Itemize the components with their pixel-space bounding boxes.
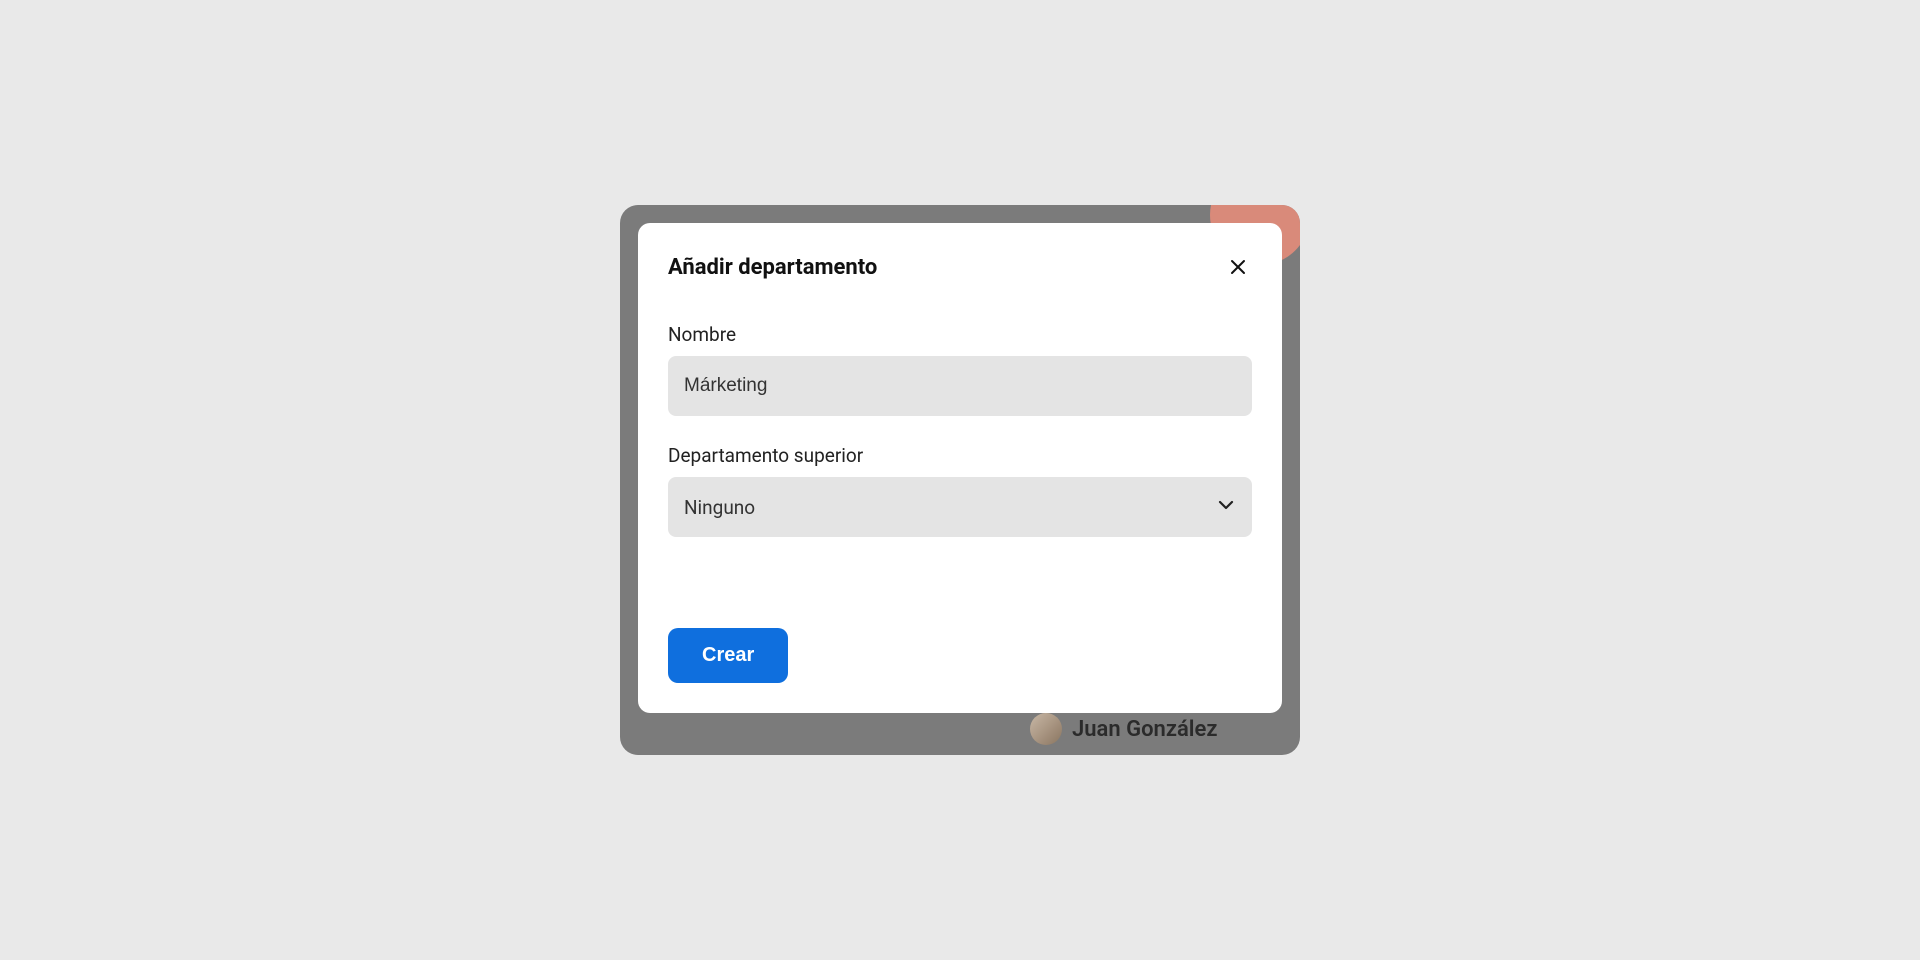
- modal-footer: Crear: [668, 598, 1252, 683]
- parent-department-select[interactable]: Ninguno: [668, 477, 1252, 537]
- background-user-row: Juan González: [1030, 713, 1217, 745]
- app-window: e a Juan González Añadir departamento No…: [620, 205, 1300, 755]
- name-label: Nombre: [668, 323, 1252, 346]
- modal-header: Añadir departamento: [668, 253, 1252, 281]
- create-button[interactable]: Crear: [668, 628, 788, 683]
- name-field: Nombre: [668, 323, 1252, 416]
- close-icon: [1230, 259, 1246, 275]
- modal-title: Añadir departamento: [668, 255, 877, 280]
- parent-department-label: Departamento superior: [668, 444, 1252, 467]
- add-department-modal: Añadir departamento Nombre Departamento …: [638, 223, 1282, 713]
- user-name: Juan González: [1072, 717, 1217, 742]
- name-input[interactable]: [668, 356, 1252, 416]
- parent-department-selected-value: Ninguno: [684, 496, 755, 519]
- parent-department-field: Departamento superior Ninguno: [668, 444, 1252, 537]
- close-button[interactable]: [1224, 253, 1252, 281]
- avatar: [1030, 713, 1062, 745]
